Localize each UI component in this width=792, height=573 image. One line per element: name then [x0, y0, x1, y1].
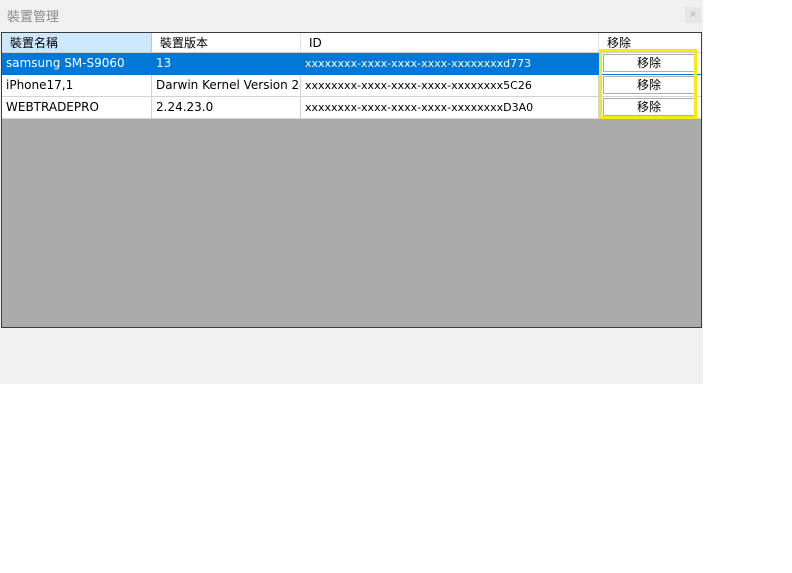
device-name-cell[interactable]: WEBTRADEPRO [2, 97, 152, 119]
table-header: 裝置名稱 裝置版本 ID 移除 [2, 33, 701, 53]
device-version-cell[interactable]: Darwin Kernel Version 24.1.... [152, 75, 301, 97]
remove-cell: 移除 [599, 53, 701, 75]
device-version-cell[interactable]: 13 [152, 53, 301, 75]
remove-cell: 移除 [599, 97, 701, 119]
title-bar: 裝置管理 × [0, 0, 703, 30]
device-table: 裝置名稱 裝置版本 ID 移除 samsung SM-S9060 13 xxxx… [1, 32, 702, 328]
device-management-window: 裝置管理 × 裝置名稱 裝置版本 ID 移除 samsung SM-S9060 … [0, 0, 703, 384]
remove-cell: 移除 [599, 75, 701, 97]
table-row[interactable]: iPhone17,1 Darwin Kernel Version 24.1...… [2, 75, 701, 97]
remove-button[interactable]: 移除 [603, 98, 695, 116]
device-id-cell[interactable]: xxxxxxxx-xxxx-xxxx-xxxx-xxxxxxxxd773 [301, 53, 599, 75]
column-header-id[interactable]: ID [301, 33, 599, 53]
device-version-cell[interactable]: 2.24.23.0 [152, 97, 301, 119]
column-header-remove[interactable]: 移除 [599, 33, 701, 53]
device-id-cell[interactable]: xxxxxxxx-xxxx-xxxx-xxxx-xxxxxxxxD3A0 [301, 97, 599, 119]
table-row[interactable]: WEBTRADEPRO 2.24.23.0 xxxxxxxx-xxxx-xxxx… [2, 97, 701, 119]
remove-button[interactable]: 移除 [603, 76, 695, 94]
device-id-cell[interactable]: xxxxxxxx-xxxx-xxxx-xxxx-xxxxxxxx5C26 [301, 75, 599, 97]
device-name-cell[interactable]: samsung SM-S9060 [2, 53, 152, 75]
table-row[interactable]: samsung SM-S9060 13 xxxxxxxx-xxxx-xxxx-x… [2, 53, 701, 75]
close-icon[interactable]: × [685, 7, 701, 23]
device-name-cell[interactable]: iPhone17,1 [2, 75, 152, 97]
column-header-device-name[interactable]: 裝置名稱 [2, 33, 152, 53]
column-header-device-version[interactable]: 裝置版本 [152, 33, 301, 53]
remove-button[interactable]: 移除 [603, 54, 695, 72]
window-title: 裝置管理 [7, 10, 60, 25]
